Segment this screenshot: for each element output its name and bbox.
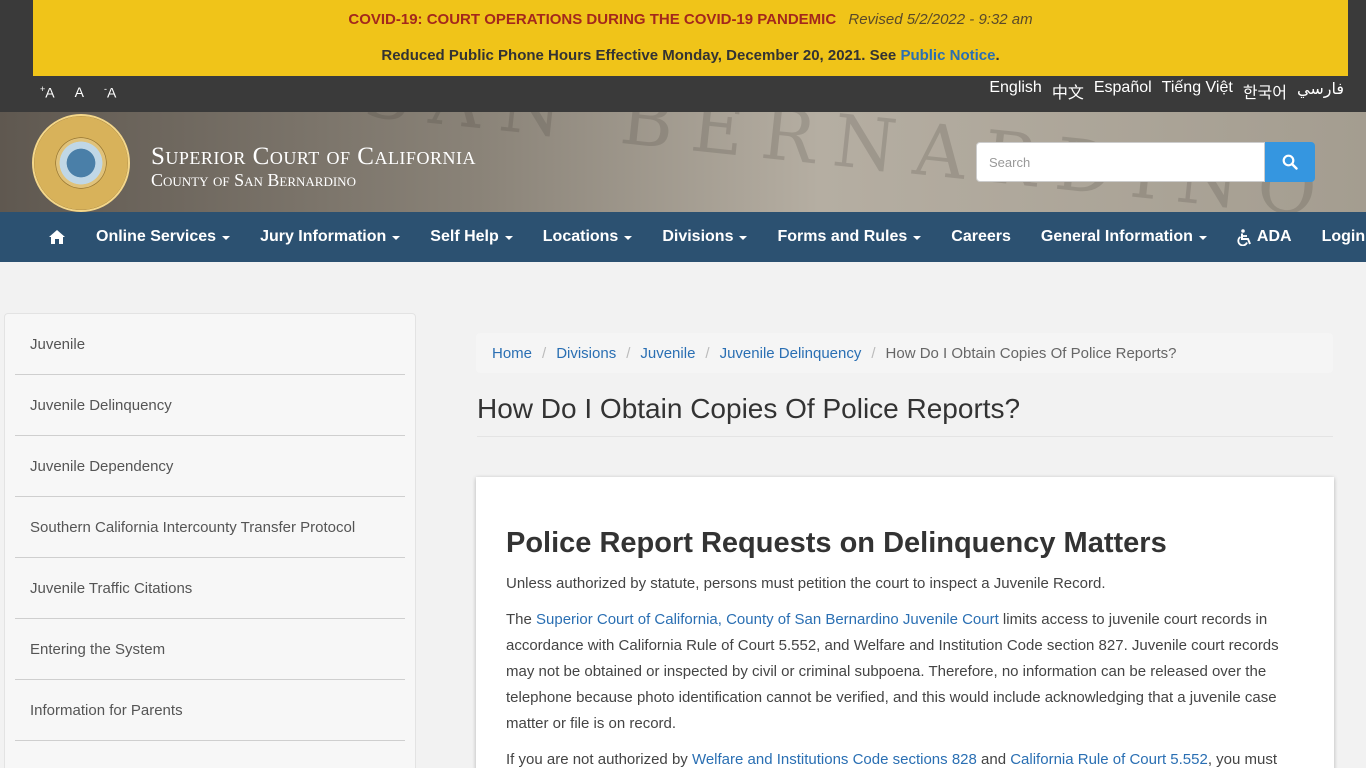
top-bar: COVID-19: COURT OPERATIONS DURING THE CO… — [0, 0, 1366, 112]
caret-down-icon — [624, 236, 633, 240]
language-selector: English 中文 Español Tiếng Việt 한국어 فارسي — [989, 79, 1344, 103]
alert-notice-text: Reduced Public Phone Hours Effective Mon… — [381, 47, 901, 64]
site-title-line1: Superior Court of California — [151, 143, 476, 170]
caret-down-icon — [913, 236, 922, 240]
nav-forms-and-rules[interactable]: Forms and Rules — [762, 212, 936, 262]
alert-revised-date: Revised 5/2/2022 - 9:32 am — [848, 11, 1033, 28]
caret-down-icon — [504, 236, 513, 240]
breadcrumb-juvenile-delinquency[interactable]: Juvenile Delinquency — [720, 345, 862, 362]
content-heading: Police Report Requests on Delinquency Ma… — [506, 527, 1167, 559]
main-navigation: Online Services Jury Information Self He… — [0, 212, 1366, 262]
site-title[interactable]: Superior Court of California County of S… — [151, 144, 476, 190]
sidebar-item-juvenile[interactable]: Juvenile — [15, 314, 405, 375]
juvenile-court-link[interactable]: Superior Court of California, County of … — [536, 611, 999, 628]
alert-notice-end: . — [995, 47, 1000, 64]
breadcrumb-separator: / — [705, 344, 710, 362]
lang-farsi[interactable]: فارسي — [1297, 79, 1344, 103]
alert-line-2: Reduced Public Phone Hours Effective Mon… — [33, 47, 1348, 64]
content-paragraph-1: Unless authorized by statute, persons mu… — [506, 575, 1106, 592]
alert-line-1: COVID-19: COURT OPERATIONS DURING THE CO… — [33, 11, 1348, 28]
nav-ada[interactable]: ADA — [1222, 212, 1307, 262]
sidebar-item-juvenile-delinquency[interactable]: Juvenile Delinquency — [15, 375, 405, 436]
lang-english[interactable]: English — [989, 79, 1041, 103]
wic-828-link[interactable]: Welfare and Institutions Code sections 8… — [692, 751, 977, 768]
sidebar-item-traffic-citations[interactable]: Juvenile Traffic Citations — [15, 558, 405, 619]
nav-divisions[interactable]: Divisions — [647, 212, 762, 262]
nav-online-services[interactable]: Online Services — [81, 212, 245, 262]
font-size-controls: +A A -A — [40, 84, 116, 101]
rule-5552-link[interactable]: California Rule of Court 5.552 — [1010, 751, 1208, 768]
alert-title[interactable]: COVID-19: COURT OPERATIONS DURING THE CO… — [348, 11, 836, 28]
nav-general-information[interactable]: General Information — [1026, 212, 1222, 262]
font-increase-button[interactable]: +A — [40, 84, 55, 101]
content-paragraph-2: The Superior Court of California, County… — [506, 611, 1279, 732]
site-title-line2: County of San Bernardino — [151, 170, 356, 190]
public-notice-link[interactable]: Public Notice — [900, 47, 995, 64]
nav-login[interactable]: Login — [1307, 212, 1366, 262]
home-icon — [49, 230, 65, 244]
breadcrumb: Home / Divisions / Juvenile / Juvenile D… — [476, 333, 1333, 373]
search-input[interactable] — [976, 142, 1265, 182]
search-icon — [1282, 154, 1298, 170]
sidebar-item-juvenile-dependency[interactable]: Juvenile Dependency — [15, 436, 405, 497]
lang-spanish[interactable]: Español — [1094, 79, 1152, 103]
lang-korean[interactable]: 한국어 — [1243, 79, 1287, 103]
breadcrumb-juvenile[interactable]: Juvenile — [640, 345, 695, 362]
sidebar-item-intercounty-transfer[interactable]: Southern California Intercounty Transfer… — [15, 497, 405, 558]
breadcrumb-current: How Do I Obtain Copies Of Police Reports… — [885, 344, 1177, 362]
nav-careers[interactable]: Careers — [936, 212, 1026, 262]
font-decrease-button[interactable]: -A — [104, 84, 116, 101]
nav-jury-information[interactable]: Jury Information — [245, 212, 415, 262]
page-title: How Do I Obtain Copies Of Police Reports… — [477, 393, 1021, 424]
seal-emblem — [56, 138, 106, 188]
nav-locations[interactable]: Locations — [528, 212, 648, 262]
sidebar-item-information-parents[interactable]: Information for Parents — [15, 680, 405, 741]
wheelchair-icon — [1237, 228, 1251, 246]
breadcrumb-home[interactable]: Home — [492, 345, 532, 362]
court-seal-logo[interactable] — [32, 114, 130, 212]
search-form — [976, 142, 1315, 182]
caret-down-icon — [1198, 236, 1207, 240]
content-paragraph-3: If you are not authorized by Welfare and… — [506, 751, 1278, 768]
breadcrumb-separator: / — [871, 344, 876, 362]
sidebar-menu: Juvenile Juvenile Delinquency Juvenile D… — [4, 313, 416, 768]
breadcrumb-separator: / — [542, 344, 547, 362]
nav-home[interactable] — [33, 212, 81, 262]
breadcrumb-separator: / — [626, 344, 631, 362]
breadcrumb-divisions[interactable]: Divisions — [556, 345, 616, 362]
lang-vietnamese[interactable]: Tiếng Việt — [1162, 79, 1233, 103]
caret-down-icon — [222, 236, 231, 240]
covid-alert-banner: COVID-19: COURT OPERATIONS DURING THE CO… — [33, 0, 1348, 76]
content-panel: Police Report Requests on Delinquency Ma… — [476, 477, 1334, 768]
caret-down-icon — [392, 236, 401, 240]
sidebar-item-entering-system[interactable]: Entering the System — [15, 619, 405, 680]
nav-self-help[interactable]: Self Help — [415, 212, 527, 262]
title-divider — [477, 436, 1333, 437]
search-button[interactable] — [1265, 142, 1315, 182]
site-header: SAN BERNARDINO JUS Superior Court of Cal… — [0, 112, 1366, 212]
lang-chinese[interactable]: 中文 — [1052, 79, 1084, 103]
font-normal-button[interactable]: A — [75, 84, 84, 101]
caret-down-icon — [739, 236, 748, 240]
